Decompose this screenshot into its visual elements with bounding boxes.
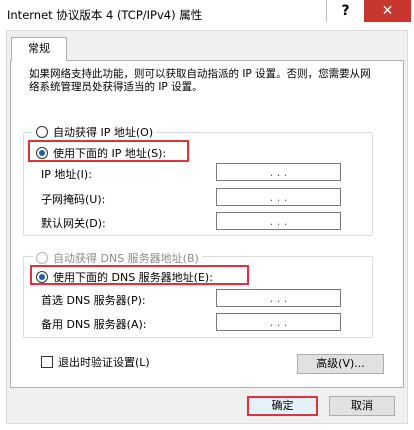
validate-on-exit-row[interactable]: 退出时验证设置(L) <box>41 354 150 370</box>
validate-on-exit-label: 退出时验证设置(L) <box>58 356 150 369</box>
help-button[interactable]: ? <box>326 0 364 22</box>
radio-auto-dns[interactable] <box>36 252 48 264</box>
subnet-mask-value: . . . <box>269 190 288 204</box>
subnet-mask-input[interactable]: . . . <box>216 188 341 206</box>
radio-auto-dns-label: 自动获得 DNS 服务器地址(B) <box>53 252 199 265</box>
cancel-button[interactable]: 取消 <box>329 396 395 416</box>
alternate-dns-label: 备用 DNS 服务器(A): <box>41 318 147 331</box>
preferred-dns-input[interactable]: . . . <box>216 289 341 307</box>
close-button[interactable]: ✕ <box>364 0 411 22</box>
ip-address-label: IP 地址(I): <box>41 168 92 181</box>
default-gateway-value: . . . <box>269 214 288 228</box>
radio-auto-ip[interactable] <box>36 126 48 138</box>
default-gateway-input[interactable]: . . . <box>216 212 341 230</box>
window-title: Internet 协议版本 4 (TCP/IPv4) 属性 <box>7 8 203 22</box>
alternate-dns-value: . . . <box>269 315 288 329</box>
subnet-mask-label: 子网掩码(U): <box>41 193 106 206</box>
highlight-manual-ip <box>28 140 189 162</box>
preferred-dns-label: 首选 DNS 服务器(P): <box>41 294 146 307</box>
ipv4-properties-dialog: Internet 协议版本 4 (TCP/IPv4) 属性 ? ✕ 常规 如果网… <box>0 0 414 430</box>
ip-address-input[interactable]: . . . <box>216 163 341 181</box>
radio-auto-ip-label: 自动获得 IP 地址(O) <box>53 126 154 139</box>
preferred-dns-value: . . . <box>269 291 288 305</box>
tab-general[interactable]: 常规 <box>11 37 67 61</box>
advanced-button[interactable]: 高级(V)... <box>297 354 384 374</box>
radio-row-auto-ip[interactable]: 自动获得 IP 地址(O) <box>33 124 157 140</box>
alternate-dns-input[interactable]: . . . <box>216 313 341 331</box>
radio-row-auto-dns[interactable]: 自动获得 DNS 服务器地址(B) <box>33 250 202 266</box>
description-text: 如果网络支持此功能，则可以获取自动指派的 IP 设置。否则，您需要从网络系统管理… <box>29 68 371 93</box>
highlight-manual-dns <box>30 265 249 285</box>
default-gateway-label: 默认网关(D): <box>41 217 106 230</box>
ip-address-value: . . . <box>269 165 288 179</box>
ok-button[interactable]: 确定 <box>247 396 318 416</box>
validate-on-exit-checkbox[interactable] <box>41 356 53 368</box>
ok-button-label: 确定 <box>271 399 294 412</box>
title-bar: Internet 协议版本 4 (TCP/IPv4) 属性 ? ✕ <box>0 0 414 30</box>
